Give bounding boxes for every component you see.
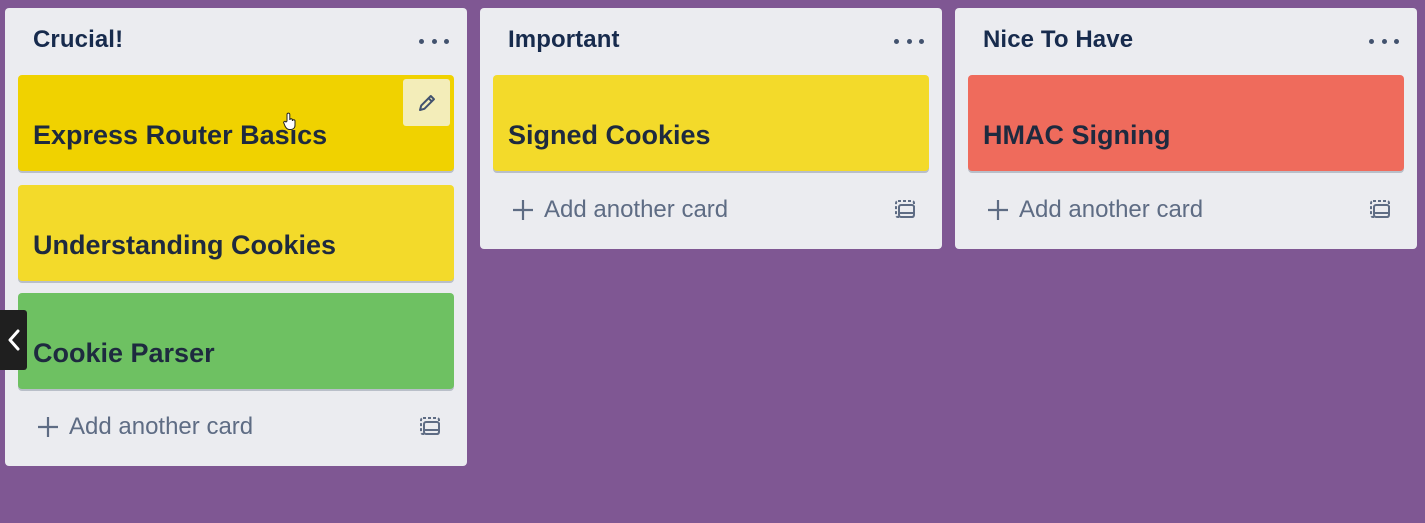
- board: Crucial! Express Router Basics Understan…: [0, 0, 1425, 523]
- card-title: Understanding Cookies: [33, 230, 337, 260]
- list-menu-button[interactable]: [1369, 28, 1399, 54]
- list-important: Important Signed Cookies Add another car…: [480, 8, 942, 249]
- plus-icon: [988, 200, 1008, 220]
- card[interactable]: Cookie Parser: [18, 293, 454, 389]
- card-edit-button[interactable]: [403, 79, 450, 126]
- more-horizontal-icon: [1394, 38, 1399, 44]
- list-title[interactable]: Crucial!: [33, 26, 123, 54]
- more-horizontal-icon: [906, 38, 912, 44]
- card-template-icon: [1370, 200, 1390, 218]
- pencil-icon: [418, 94, 435, 111]
- card-title: Signed Cookies: [508, 120, 711, 150]
- chevron-left-icon: [8, 329, 19, 351]
- add-card-label: Add another card: [1019, 196, 1204, 223]
- add-card-row: Add another card: [480, 183, 942, 237]
- card-title: HMAC Signing: [983, 120, 1171, 150]
- list-header: Nice To Have: [955, 8, 1417, 74]
- plus-icon: [38, 417, 58, 437]
- list-title[interactable]: Important: [508, 26, 620, 54]
- list-title[interactable]: Nice To Have: [983, 26, 1133, 54]
- more-horizontal-icon: [1381, 38, 1387, 44]
- create-from-template-button[interactable]: [892, 197, 918, 223]
- add-card-button[interactable]: Add another card: [37, 409, 253, 445]
- card-title: Cookie Parser: [33, 338, 215, 368]
- card[interactable]: HMAC Signing: [968, 75, 1404, 171]
- sidebar-collapse-toggle[interactable]: [0, 310, 27, 370]
- more-horizontal-icon: [894, 38, 899, 44]
- add-card-row: Add another card: [5, 400, 467, 454]
- plus-icon: [513, 200, 533, 220]
- card[interactable]: Express Router Basics: [18, 75, 454, 171]
- card-template-icon: [895, 200, 915, 218]
- more-horizontal-icon: [919, 38, 924, 44]
- card[interactable]: Understanding Cookies: [18, 185, 454, 281]
- list-menu-button[interactable]: [419, 28, 449, 54]
- add-card-button[interactable]: Add another card: [987, 192, 1203, 228]
- list-header: Important: [480, 8, 942, 74]
- list-crucial: Crucial! Express Router Basics Understan…: [5, 8, 467, 466]
- add-card-row: Add another card: [955, 183, 1417, 237]
- more-horizontal-icon: [431, 38, 437, 44]
- list-menu-button[interactable]: [894, 28, 924, 54]
- add-card-label: Add another card: [544, 196, 729, 223]
- add-card-label: Add another card: [69, 413, 254, 440]
- more-horizontal-icon: [1369, 38, 1374, 44]
- card-template-icon: [420, 417, 440, 435]
- list-nice-to-have: Nice To Have HMAC Signing Add another ca…: [955, 8, 1417, 249]
- more-horizontal-icon: [444, 38, 449, 44]
- list-header: Crucial!: [5, 8, 467, 74]
- card[interactable]: Signed Cookies: [493, 75, 929, 171]
- add-card-button[interactable]: Add another card: [512, 192, 728, 228]
- create-from-template-button[interactable]: [417, 414, 443, 440]
- hand-cursor-icon: [283, 112, 296, 130]
- more-horizontal-icon: [419, 38, 424, 44]
- create-from-template-button[interactable]: [1367, 197, 1393, 223]
